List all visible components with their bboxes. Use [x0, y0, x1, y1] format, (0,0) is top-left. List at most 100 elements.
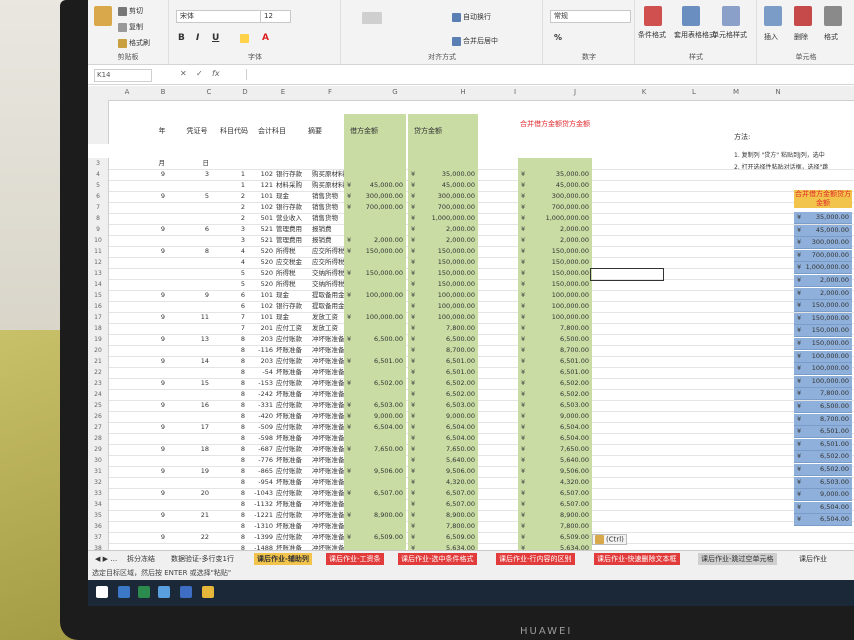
cell-d[interactable]: -54	[250, 367, 276, 378]
cell-d[interactable]: -598	[250, 433, 276, 444]
cell-g[interactable]: ¥7,650.00	[344, 444, 406, 455]
cell-g[interactable]: ¥6,501.00	[344, 356, 406, 367]
cell-c[interactable]: 8	[214, 334, 248, 345]
cell-b[interactable]	[178, 477, 212, 488]
cell-j[interactable]: ¥8,900.00	[518, 510, 592, 521]
cell-b[interactable]	[178, 411, 212, 422]
cell-e[interactable]: 管理费用	[276, 235, 310, 246]
cell-g[interactable]: ¥2,000.00	[344, 235, 406, 246]
cell-c[interactable]	[214, 158, 248, 169]
cell-g[interactable]: ¥700,000.00	[344, 202, 406, 213]
cancel-icon[interactable]: ✕	[180, 69, 187, 78]
align-top-icon[interactable]	[362, 12, 382, 24]
row-header[interactable]: 24	[88, 389, 109, 400]
row-header[interactable]: 31	[88, 466, 109, 477]
row-header[interactable]: 17	[88, 312, 109, 323]
column-header-f[interactable]: F	[308, 88, 352, 96]
cell-h[interactable]: ¥9,506.00	[408, 466, 478, 477]
cell-c[interactable]: 1	[214, 169, 248, 180]
percent-button[interactable]: %	[554, 33, 562, 42]
row-header[interactable]: 30	[88, 455, 109, 466]
blue-cell[interactable]: ¥700,000.00	[794, 249, 852, 262]
row-header[interactable]: 12	[88, 257, 109, 268]
cell-j[interactable]: ¥6,501.00	[518, 356, 592, 367]
cell-b[interactable]: 3	[178, 169, 212, 180]
cell-e[interactable]: 材料采购	[276, 180, 310, 191]
blue-cell[interactable]: ¥150,000.00	[794, 300, 852, 313]
cell-d[interactable]: -509	[250, 422, 276, 433]
cell-h[interactable]: ¥150,000.00	[408, 268, 478, 279]
cell-a[interactable]: 9	[142, 356, 168, 367]
cell-e[interactable]: 现金	[276, 290, 310, 301]
cell-e[interactable]: 坏账准备	[276, 345, 310, 356]
cell-h[interactable]: ¥150,000.00	[408, 279, 478, 290]
delete-button[interactable]: 删除	[794, 32, 808, 42]
cell-d[interactable]: -420	[250, 411, 276, 422]
cell-d[interactable]: 102	[250, 301, 276, 312]
cell-c[interactable]: 4	[214, 257, 248, 268]
cell-j[interactable]: ¥2,000.00	[518, 235, 592, 246]
cell-d[interactable]: -865	[250, 466, 276, 477]
cell-a[interactable]: 9	[142, 224, 168, 235]
column-header-n[interactable]: N	[758, 88, 798, 96]
cell-g[interactable]	[344, 521, 406, 532]
cell-h[interactable]: ¥300,000.00	[408, 191, 478, 202]
cell-a[interactable]	[142, 268, 168, 279]
cell-h[interactable]: ¥6,502.00	[408, 378, 478, 389]
sheet-tab[interactable]: 课后作业-快速删除文本框	[594, 553, 680, 565]
blue-cell[interactable]: ¥2,000.00	[794, 287, 852, 300]
row-header[interactable]: 19	[88, 334, 109, 345]
cell-a[interactable]: 9	[142, 400, 168, 411]
cell-j[interactable]: ¥6,500.00	[518, 334, 592, 345]
cell-d[interactable]: 201	[250, 323, 276, 334]
cell-a[interactable]: 9	[142, 290, 168, 301]
cell-d[interactable]: 101	[250, 312, 276, 323]
blue-cell[interactable]: ¥8,700.00	[794, 413, 852, 426]
cell-h[interactable]: ¥2,000.00	[408, 224, 478, 235]
blue-cell[interactable]: ¥6,504.00	[794, 514, 852, 527]
cell-e[interactable]: 应付账款	[276, 510, 310, 521]
cell-j[interactable]: ¥6,507.00	[518, 499, 592, 510]
cell-d[interactable]: 102	[250, 169, 276, 180]
cell-g[interactable]: ¥6,503.00	[344, 400, 406, 411]
cell-g[interactable]	[344, 499, 406, 510]
cell-h[interactable]: ¥100,000.00	[408, 290, 478, 301]
cell-a[interactable]	[142, 323, 168, 334]
cell-j[interactable]: ¥150,000.00	[518, 257, 592, 268]
column-header-c[interactable]: C	[192, 88, 226, 96]
cell-g[interactable]: ¥6,502.00	[344, 378, 406, 389]
cell-e[interactable]: 应付账款	[276, 334, 310, 345]
cell-e[interactable]: 所得税	[276, 279, 310, 290]
row-header[interactable]: 10	[88, 235, 109, 246]
cell-g[interactable]	[344, 279, 406, 290]
cell-a[interactable]	[142, 477, 168, 488]
cell-d[interactable]: 520	[250, 246, 276, 257]
blue-cell[interactable]: ¥100,000.00	[794, 363, 852, 376]
column-header-g[interactable]: G	[364, 88, 426, 96]
sheet-tab[interactable]: 课后作业	[796, 553, 830, 565]
cell-j[interactable]: ¥1,000,000.00	[518, 213, 592, 224]
row-header[interactable]: 25	[88, 400, 109, 411]
cell-h[interactable]: ¥6,502.00	[408, 389, 478, 400]
cell-c[interactable]: 8	[214, 378, 248, 389]
cell-c[interactable]: 7	[214, 312, 248, 323]
cell-e[interactable]: 坏账准备	[276, 367, 310, 378]
cell-h[interactable]: ¥6,509.00	[408, 532, 478, 543]
table-format-button[interactable]: 套用表格格式	[674, 30, 716, 40]
formula-input[interactable]	[246, 69, 847, 80]
row-header[interactable]: 3	[88, 158, 109, 169]
cell-d[interactable]	[250, 158, 276, 169]
blue-cell[interactable]: ¥6,503.00	[794, 476, 852, 489]
cell-h[interactable]: ¥45,000.00	[408, 180, 478, 191]
row-header[interactable]: 18	[88, 323, 109, 334]
cell-d[interactable]: 121	[250, 180, 276, 191]
cell-g[interactable]: ¥150,000.00	[344, 246, 406, 257]
cell-d[interactable]: -331	[250, 400, 276, 411]
cell-g[interactable]: ¥9,000.00	[344, 411, 406, 422]
cell-e[interactable]: 坏账准备	[276, 455, 310, 466]
cell-c[interactable]: 8	[214, 400, 248, 411]
blue-cell[interactable]: ¥100,000.00	[794, 375, 852, 388]
cell-c[interactable]: 2	[214, 213, 248, 224]
merge-center-button[interactable]: 合并后居中	[452, 36, 498, 46]
word-icon[interactable]	[180, 586, 192, 598]
